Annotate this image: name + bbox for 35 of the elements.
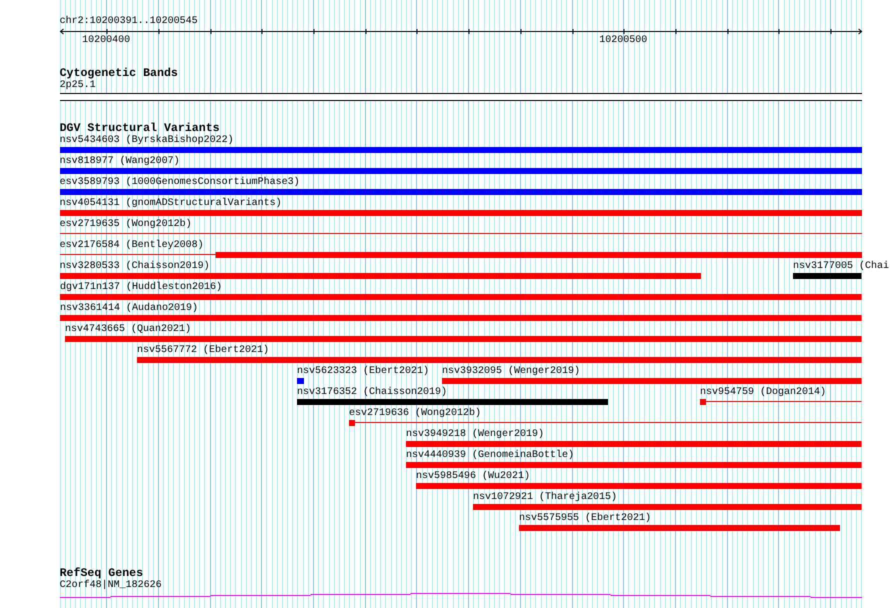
gene-intron-line[interactable]: [60, 592, 862, 598]
variant-label: nsv5623323 (Ebert2021): [296, 366, 430, 378]
variant-label: nsv5567772 (Ebert2021): [136, 345, 270, 357]
variant-label: esv2719635 (Wong2012b): [60, 219, 192, 231]
variant-label: nsv4054131 (gnomADStructuralVariants): [60, 198, 282, 210]
variant-bar[interactable]: [348, 420, 862, 426]
variant-label: esv2176584 (Bentley2008): [60, 240, 204, 252]
variant-label: nsv5575955 (Ebert2021): [518, 513, 652, 525]
variant-bar[interactable]: [296, 378, 304, 384]
tick-label: 10200400: [82, 35, 130, 47]
variant-label: nsv4743665 (Quan2021): [64, 324, 192, 336]
variant-label: nsv3949218 (Wenger2019): [406, 429, 544, 441]
gene-label: C2orf48|NM_182626: [60, 580, 162, 592]
variant-label: nsv1072921 (Thareja2015): [472, 492, 618, 504]
variant-label: nsv3361414 (Audano2019): [60, 303, 198, 315]
variant-label: nsv3177005 (Chai: [792, 261, 889, 273]
variant-label: nsv3280533 (Chaisson2019): [60, 261, 210, 273]
variant-label: nsv3932095 (Wenger2019): [442, 366, 580, 378]
track-title: DGV Structural Variants: [60, 122, 220, 135]
tick-label: 10200500: [599, 35, 648, 47]
variant-label: dgv171n137 (Huddleston2016): [60, 282, 222, 294]
variant-label: nsv818977 (Wang2007): [60, 156, 180, 168]
track-title: Cytogenetic Bands: [60, 67, 178, 80]
variant-label: esv3589793 (1000GenomesConsortiumPhase3): [60, 177, 300, 189]
variant-bar[interactable]: [60, 252, 862, 258]
region-label: chr2:10200391..10200545: [60, 16, 198, 28]
variant-label: nsv5985496 (Wu2021): [416, 471, 530, 483]
variant-label: nsv4440939 (GenomeinaBottle): [406, 450, 574, 462]
variant-label: nsv3176352 (Chaisson2019): [296, 387, 448, 399]
band-label: 2p25.1: [60, 80, 96, 92]
variant-label: esv2719636 (Wong2012b): [348, 408, 482, 420]
variant-label: nsv5434603 (ByrskaBishop2022): [60, 135, 234, 147]
variant-label: nsv954759 (Dogan2014): [700, 387, 826, 399]
track-title: RefSeq Genes: [60, 567, 144, 580]
variant-bar[interactable]: [700, 399, 862, 405]
